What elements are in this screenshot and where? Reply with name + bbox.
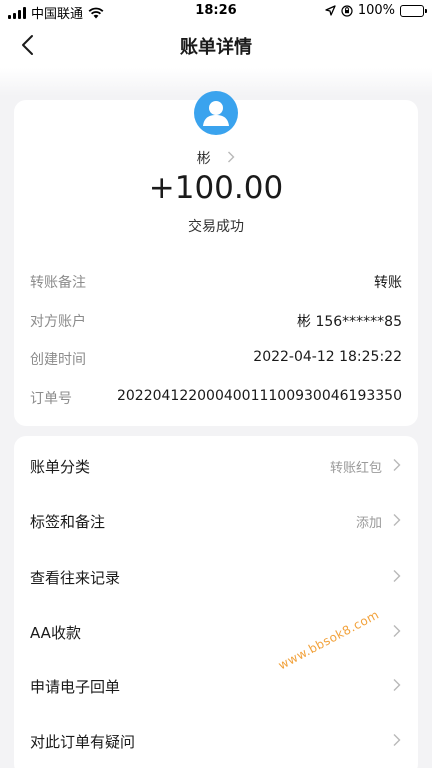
transaction-status: 交易成功 [188, 219, 244, 235]
location-icon [325, 5, 336, 16]
menu-item-label: AA收款 [30, 624, 81, 642]
menu-item-value: 转账红包 [329, 461, 382, 476]
menu-item-label: 对此订单有疑问 [30, 733, 136, 751]
menu-item-history[interactable]: 查看往来记录 [14, 549, 418, 604]
detail-value[interactable]: 20220412200040011100930046193350 [117, 388, 402, 404]
counterparty-name: 彬 [196, 151, 211, 167]
detail-row-created-time: 创建时间 2022-04-12 18:25:22 [30, 349, 402, 371]
menu-item-label: 账单分类 [30, 458, 91, 476]
battery-icon [400, 4, 427, 17]
lock-rotation-icon [341, 4, 353, 17]
chevron-right-icon [393, 625, 401, 637]
user-avatar-icon[interactable] [194, 91, 238, 135]
chevron-right-icon [228, 151, 235, 163]
detail-row-order-number: 订单号 20220412200040011100930046193350 [30, 388, 402, 410]
detail-row-account: 对方账户 彬 156******85 [30, 311, 402, 333]
menu-item-e-receipt[interactable]: 申请电子回单 [14, 658, 418, 713]
chevron-right-icon [393, 570, 401, 582]
detail-label: 对方账户 [30, 314, 86, 330]
transaction-amount: +100.00 [148, 170, 284, 206]
detail-value: 转账 [374, 275, 402, 291]
nav-bar: 账单详情 [0, 22, 432, 68]
actions-menu-card: 账单分类 转账红包 标签和备注 添加 查看往来记录 AA收款 申请电子回单 对此… [14, 436, 418, 768]
menu-item-label: 申请电子回单 [30, 678, 121, 696]
detail-label: 订单号 [30, 391, 72, 407]
counterparty-link[interactable]: 彬 [14, 148, 418, 168]
menu-item-label: 查看往来记录 [30, 569, 121, 587]
menu-item-bill-category[interactable]: 账单分类 转账红包 [14, 438, 418, 493]
status-bar: 中国联通 18:26 100% [0, 0, 432, 22]
detail-label: 转账备注 [30, 275, 86, 291]
chevron-right-icon [393, 679, 401, 691]
chevron-right-icon [393, 459, 401, 471]
menu-item-value: 添加 [355, 516, 382, 531]
detail-row-remark: 转账备注 转账 [30, 272, 402, 294]
chevron-right-icon [393, 514, 401, 526]
menu-item-label: 标签和备注 [30, 513, 106, 531]
battery-percent: 100% [357, 3, 395, 18]
menu-item-order-question[interactable]: 对此订单有疑问 [14, 713, 418, 768]
status-right: 100% [325, 3, 427, 18]
detail-value: 2022-04-12 18:25:22 [253, 349, 402, 365]
page-title: 账单详情 [180, 37, 252, 58]
detail-value: 彬 156******85 [297, 314, 402, 330]
menu-item-tags-notes[interactable]: 标签和备注 添加 [14, 493, 418, 548]
chevron-right-icon [393, 734, 401, 746]
detail-label: 创建时间 [30, 352, 86, 368]
transaction-summary-card: 彬 +100.00 交易成功 转账备注 转账 对方账户 彬 156******8… [14, 91, 418, 426]
